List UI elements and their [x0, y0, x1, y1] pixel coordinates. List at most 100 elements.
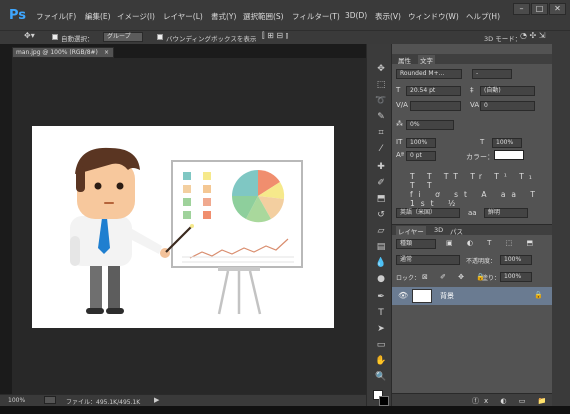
zoom-level[interactable]: 100%: [8, 397, 25, 404]
tab-character[interactable]: 文字: [418, 55, 435, 65]
color-label: カラー：: [466, 153, 494, 161]
font-family-select[interactable]: Rounded M+...: [396, 69, 462, 79]
eyedropper-tool-icon[interactable]: ⁄: [375, 144, 387, 155]
quick-select-tool-icon[interactable]: ✎: [375, 112, 387, 123]
layers-footer: ⓕx ◐ ▭ 📁 ⊞ 🗑: [392, 393, 552, 414]
fill-field[interactable]: 100%: [500, 272, 532, 282]
tracking-icon: VA: [470, 101, 480, 109]
shape-tool-icon[interactable]: ▭: [375, 340, 387, 351]
panel-dock-strip: [552, 44, 570, 406]
options-bar: ✥▾ 自動選択： グループ バウンディングボックスを表示 ⫿ ⊞ ⊟ ⫾ 3D …: [0, 30, 570, 44]
auto-select-checkbox[interactable]: [52, 34, 58, 40]
easel-leg-left: [217, 270, 230, 315]
opacity-field[interactable]: 100%: [500, 255, 532, 265]
healing-tool-icon[interactable]: ✚: [375, 162, 387, 173]
document-tab-label: man.jpg @ 100% (RGB/8#): [16, 49, 98, 56]
minimize-button[interactable]: –: [513, 3, 530, 15]
legend-swatch-2: [203, 172, 211, 180]
lasso-tool-icon[interactable]: ➰: [375, 96, 387, 107]
tab-paths[interactable]: パス: [448, 226, 465, 236]
maximize-button[interactable]: □: [531, 3, 548, 15]
legend-swatch-5: [183, 198, 191, 206]
tools-panel: ✥ ⬚ ➰ ✎ ⌗ ⁄ ✚ ✐ ⬒ ↺ ▱ ▤ 💧 ● ✒ T ➤ ▭ ✋ 🔍: [366, 44, 392, 406]
antialias-select[interactable]: 鮮明: [484, 208, 528, 218]
dodge-tool-icon[interactable]: ●: [375, 274, 387, 285]
tracking-field[interactable]: 0: [480, 101, 535, 111]
menu-layer[interactable]: レイヤー(L): [163, 11, 203, 22]
pie-chart: [232, 169, 285, 223]
move-tool-icon[interactable]: ✥▾: [24, 31, 35, 40]
history-brush-icon[interactable]: ↺: [375, 210, 387, 221]
eraser-tool-icon[interactable]: ▱: [375, 226, 387, 237]
baseline-icon: Aª: [396, 151, 405, 159]
stamp-tool-icon[interactable]: ⬒: [375, 194, 387, 205]
legend-swatch-4: [203, 185, 211, 193]
menu-select[interactable]: 選択範囲(S): [243, 11, 284, 22]
menu-help[interactable]: ヘルプ(H): [466, 11, 500, 22]
marquee-tool-icon[interactable]: ⬚: [375, 80, 387, 91]
language-select[interactable]: 英語（米国）: [396, 208, 460, 218]
tab-properties[interactable]: 属性: [396, 55, 413, 65]
horizontal-scale-field[interactable]: 100%: [492, 138, 522, 148]
menu-image[interactable]: イメージ(I): [117, 11, 155, 22]
close-window-button[interactable]: ✕: [549, 3, 566, 15]
font-size-field[interactable]: 20.54 pt: [406, 86, 461, 96]
blend-mode-select[interactable]: 通常: [396, 255, 460, 265]
text-color-swatch[interactable]: [494, 150, 524, 160]
gradient-tool-icon[interactable]: ▤: [375, 242, 387, 253]
tsume-field[interactable]: 0%: [406, 120, 454, 130]
3d-mode-icons[interactable]: ◔ ✣ ⇲: [520, 31, 545, 40]
character-panel: 属性 文字 Rounded M+... - T 20.54 pt ‡ (自動) …: [392, 44, 552, 224]
bounding-box-checkbox[interactable]: [157, 34, 163, 40]
status-menu-arrow-icon[interactable]: ▶: [154, 396, 159, 404]
document-tab[interactable]: man.jpg @ 100% (RGB/8#) ×: [12, 47, 114, 58]
document-canvas[interactable]: [32, 126, 334, 328]
pen-tool-icon[interactable]: ✒: [375, 292, 387, 303]
background-color-swatch[interactable]: [379, 396, 389, 406]
opentype-buttons[interactable]: fi ơ st A aa T 1st ½: [410, 190, 552, 208]
menu-file[interactable]: ファイル(F): [36, 11, 76, 22]
blur-tool-icon[interactable]: 💧: [375, 258, 387, 269]
font-style-select[interactable]: -: [472, 69, 512, 79]
hand-tool-icon[interactable]: ✋: [375, 356, 387, 367]
layer-row[interactable]: 👁 背景 🔒: [392, 287, 552, 305]
kerning-field[interactable]: [410, 101, 461, 111]
menu-3d[interactable]: 3D(D): [345, 11, 367, 20]
type-tool-icon[interactable]: T: [375, 308, 387, 319]
legend-swatch-1: [183, 172, 191, 180]
menu-edit[interactable]: 編集(E): [85, 11, 111, 22]
path-select-tool-icon[interactable]: ➤: [375, 324, 387, 335]
layers-panel: レイヤー 3D パス 種類 ▣ ◐ T ⬚ ⬒ 通常 不透明度： 100% ロッ…: [392, 224, 552, 414]
easel-top: [218, 267, 260, 271]
menu-view[interactable]: 表示(V): [375, 11, 401, 22]
lock-icons[interactable]: ⊠ ✐ ✥ 🔒: [422, 273, 490, 281]
layer-name[interactable]: 背景: [440, 291, 454, 301]
text-style-buttons[interactable]: T T TT Tr T¹ T₁ T T: [410, 172, 552, 190]
baseline-field[interactable]: 0 pt: [406, 151, 436, 161]
auto-select-dropdown[interactable]: グループ: [103, 32, 143, 42]
legend-swatch-3: [183, 185, 191, 193]
align-icons[interactable]: ⫿ ⊞ ⊟ ⫾: [262, 31, 288, 41]
vertical-scale-field[interactable]: 100%: [406, 138, 436, 148]
leading-field[interactable]: (自動): [480, 86, 535, 96]
bounding-box-label: バウンディングボックスを表示: [166, 35, 257, 43]
brush-tool-icon[interactable]: ✐: [375, 178, 387, 189]
layer-filter-icons[interactable]: ▣ ◐ T ⬚ ⬒: [446, 239, 539, 247]
menu-window[interactable]: ウィンドウ(W): [408, 11, 459, 22]
vertical-scale-icon: IT: [396, 138, 403, 146]
menu-filter[interactable]: フィルター(T): [292, 11, 340, 22]
tab-layers[interactable]: レイヤー: [396, 226, 426, 236]
tab-3d[interactable]: 3D: [432, 226, 445, 235]
font-size-icon: T: [396, 86, 401, 94]
menu-type[interactable]: 書式(Y): [211, 11, 236, 22]
window-bottom: [0, 406, 570, 414]
fill-label: 塗り：: [482, 275, 501, 282]
move-tool-icon[interactable]: ✥: [375, 64, 387, 75]
illustration: [70, 147, 303, 315]
layer-filter-select[interactable]: 種類: [396, 239, 436, 249]
crop-tool-icon[interactable]: ⌗: [375, 128, 387, 139]
document-tab-close-icon[interactable]: ×: [104, 48, 109, 57]
menu-bar: Ps ファイル(F) 編集(E) イメージ(I) レイヤー(L) 書式(Y) 選…: [0, 0, 570, 30]
zoom-tool-icon[interactable]: 🔍: [375, 372, 387, 383]
visibility-eye-icon[interactable]: 👁: [398, 291, 408, 300]
